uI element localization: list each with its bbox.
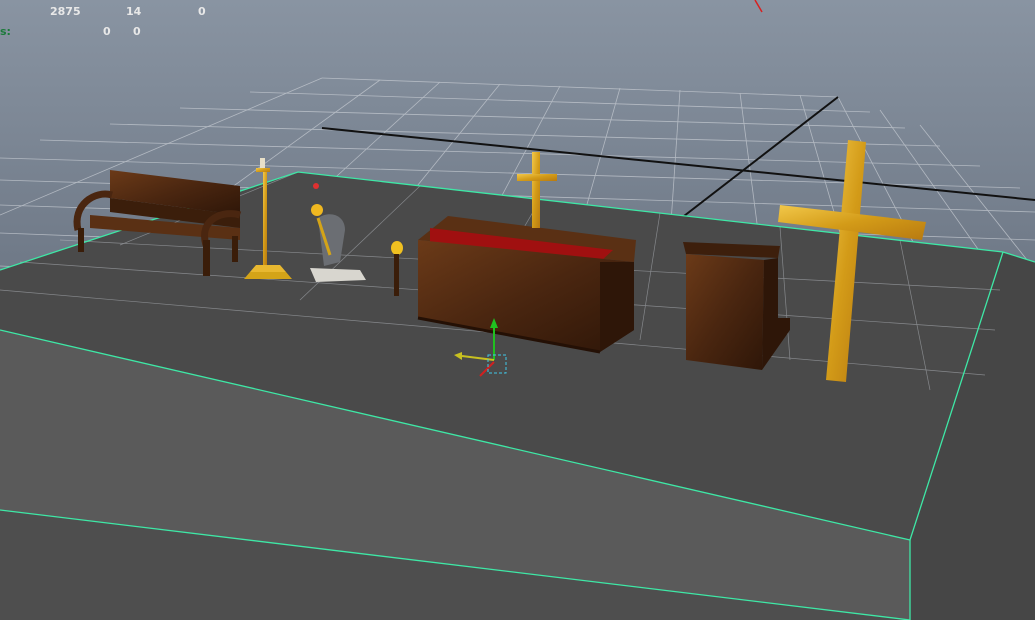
hud-edges: 14 xyxy=(126,5,142,18)
hud-row2-b: 0 xyxy=(133,25,141,38)
lectern[interactable] xyxy=(683,242,790,370)
hud-verts: 2875 xyxy=(50,5,81,18)
scene-canvas[interactable] xyxy=(0,0,1035,620)
hud-row2-label: s: xyxy=(0,25,11,38)
hud-row2-a: 0 xyxy=(103,25,111,38)
hud-faces: 0 xyxy=(198,5,206,18)
maya-viewport[interactable]: 2875 14 0 s: 0 0 xyxy=(0,0,1035,620)
